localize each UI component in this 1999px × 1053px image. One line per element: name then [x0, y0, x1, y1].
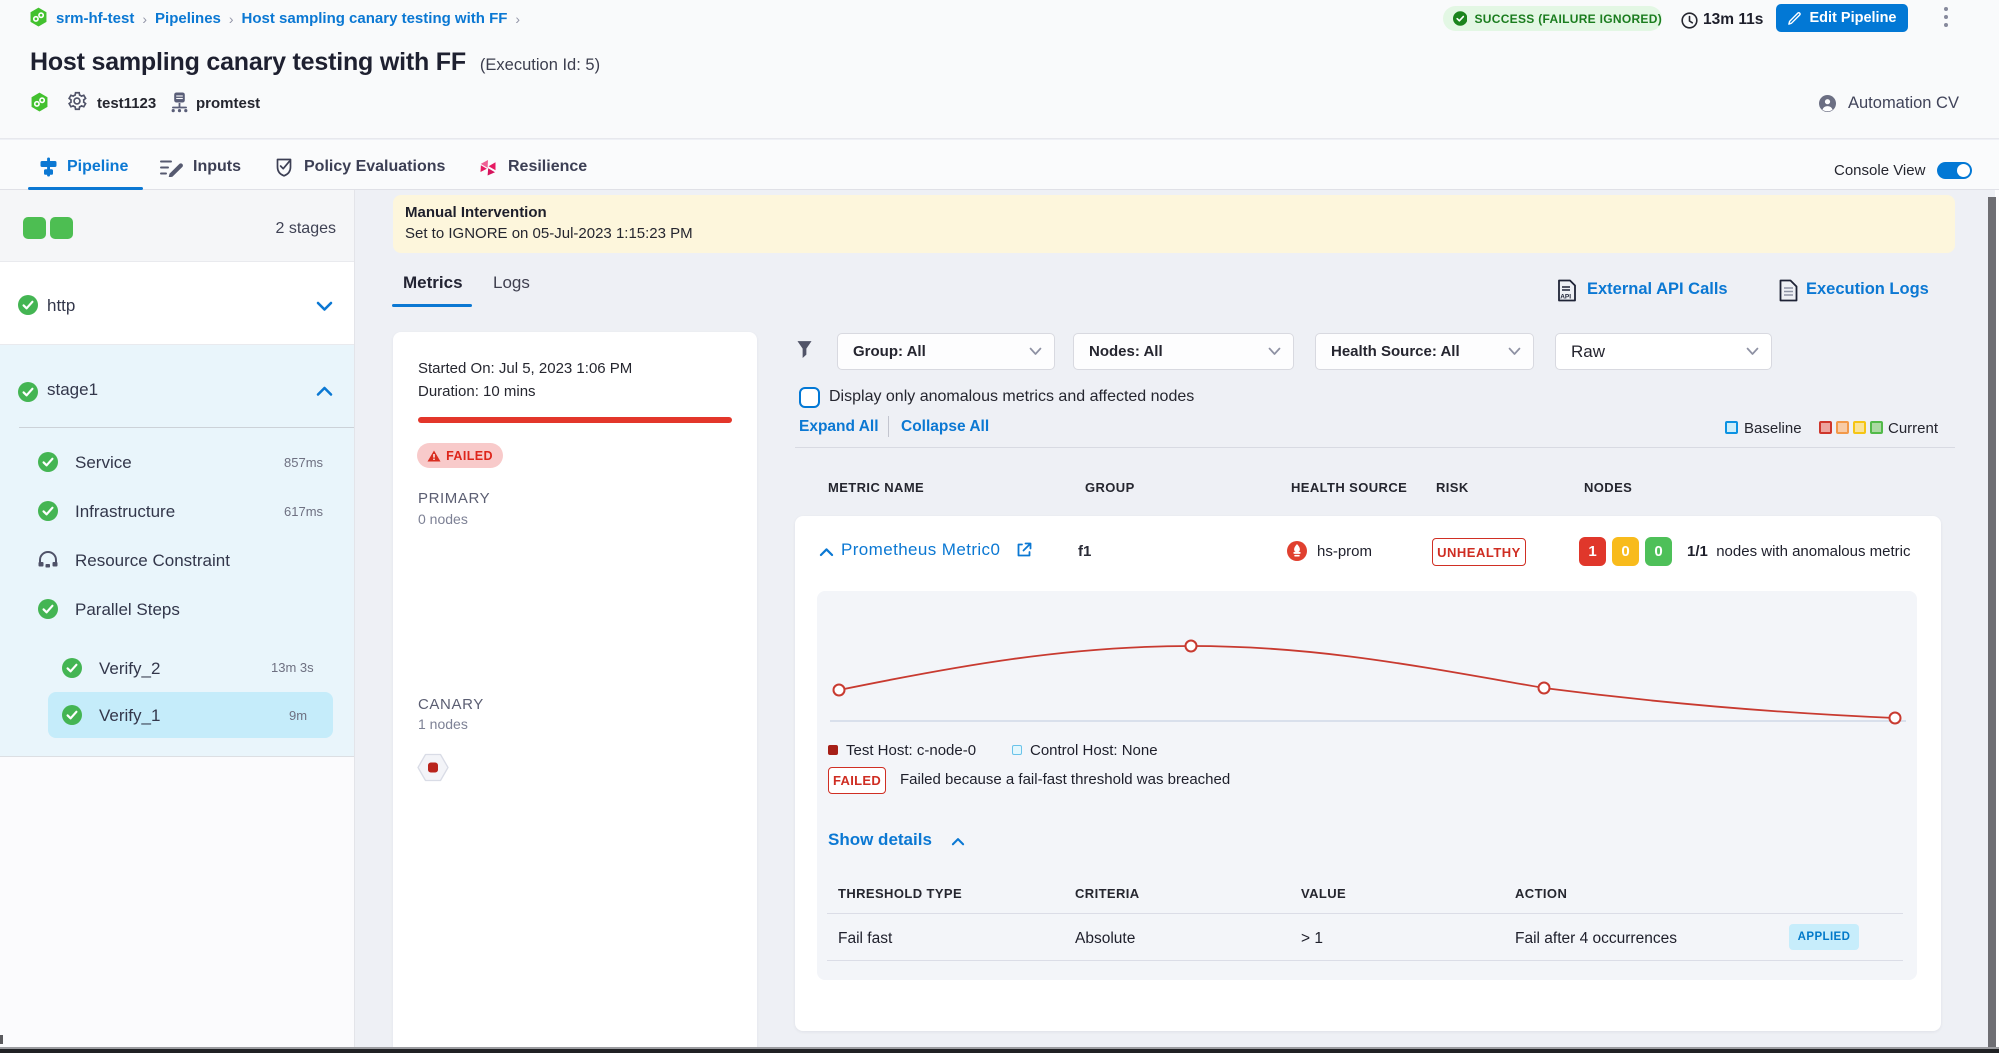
svg-text:API: API — [1560, 294, 1571, 301]
